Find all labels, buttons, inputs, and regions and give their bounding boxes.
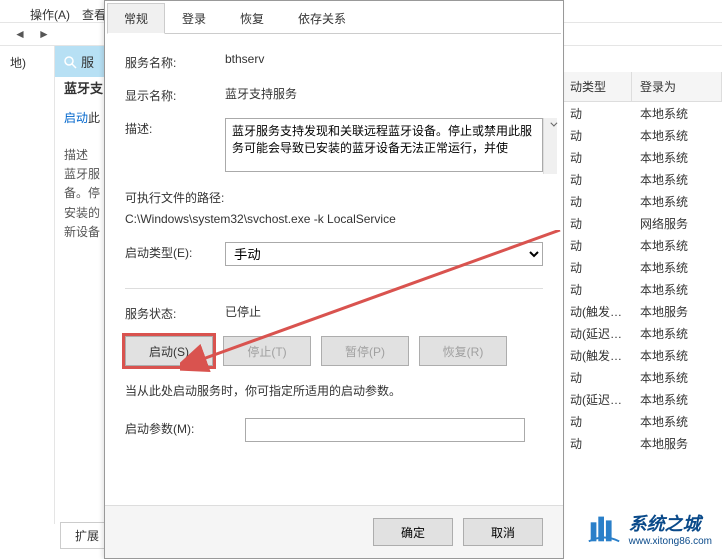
display-name-value: 蓝牙支持服务 (225, 85, 543, 102)
dialog-footer: 确定 取消 (105, 505, 563, 558)
start-link[interactable]: 启动 (64, 111, 88, 125)
fwd-icon[interactable]: ► (36, 26, 52, 42)
description-textarea[interactable] (225, 118, 543, 172)
dialog-tabs: 常规 登录 恢复 依存关系 (107, 3, 561, 34)
table-row[interactable]: 动本地系统 (562, 234, 722, 256)
table-header: 动类型 登录为 (562, 72, 722, 102)
pause-button: 暂停(P) (321, 336, 409, 366)
header-startup-type[interactable]: 动类型 (562, 72, 632, 101)
watermark-icon (585, 509, 623, 547)
service-name-label: 服务名称: (125, 52, 225, 71)
table-row[interactable]: 动(触发…本地系统 (562, 344, 722, 366)
search-icon (63, 55, 77, 69)
header-login-as[interactable]: 登录为 (632, 72, 722, 101)
table-row[interactable]: 动本地系统 (562, 190, 722, 212)
table-row[interactable]: 动本地系统 (562, 256, 722, 278)
display-name-label: 显示名称: (125, 85, 225, 104)
start-button[interactable]: 启动(S) (125, 336, 213, 366)
tree-item[interactable]: 地) (0, 46, 54, 79)
start-param-note: 当从此处启动服务时，你可指定所适用的启动参数。 (125, 382, 543, 400)
separator (125, 288, 543, 289)
table-row[interactable]: 动本地系统 (562, 102, 722, 124)
left-pane: 地) (0, 46, 55, 524)
search-label: 服 (81, 52, 94, 71)
watermark-title: 系统之城 (629, 510, 712, 536)
service-status-value: 已停止 (225, 303, 543, 320)
description-label: 描述: (125, 118, 225, 137)
ok-button[interactable]: 确定 (373, 518, 453, 546)
detail-title: 蓝牙支 (64, 78, 104, 97)
watermark: 系统之城 www.xitong86.com (585, 509, 712, 547)
exe-path-label: 可执行文件的路径: (125, 189, 543, 206)
scrollbar[interactable] (543, 118, 557, 174)
back-icon[interactable]: ◄ (12, 26, 28, 42)
table-row[interactable]: 动本地系统 (562, 124, 722, 146)
cancel-button[interactable]: 取消 (463, 518, 543, 546)
table-row[interactable]: 动本地系统 (562, 146, 722, 168)
service-status-label: 服务状态: (125, 303, 225, 322)
startup-type-select[interactable]: 手动 (225, 242, 543, 266)
table-row[interactable]: 动网络服务 (562, 212, 722, 234)
exe-path-value: C:\Windows\system32\svchost.exe -k Local… (125, 212, 543, 226)
stop-button: 停止(T) (223, 336, 311, 366)
service-properties-dialog: 常规 登录 恢复 依存关系 服务名称: bthserv 显示名称: 蓝牙支持服务… (104, 0, 564, 559)
table-row[interactable]: 动本地服务 (562, 432, 722, 454)
resume-button: 恢复(R) (419, 336, 507, 366)
table-row[interactable]: 动本地系统 (562, 366, 722, 388)
table-row[interactable]: 动本地系统 (562, 410, 722, 432)
service-control-buttons: 启动(S) 停止(T) 暂停(P) 恢复(R) (125, 336, 543, 366)
tab-logon[interactable]: 登录 (165, 3, 223, 34)
table-row[interactable]: 动(触发…本地服务 (562, 300, 722, 322)
tab-recovery[interactable]: 恢复 (223, 3, 281, 34)
table-row[interactable]: 动本地系统 (562, 168, 722, 190)
service-detail-panel: 蓝牙支 启动此 描述 蓝牙服 备。停 安装的 新设备 (64, 78, 104, 242)
start-param-input[interactable] (245, 418, 525, 442)
tab-dependencies[interactable]: 依存关系 (281, 3, 363, 34)
table-row[interactable]: 动本地系统 (562, 278, 722, 300)
services-table: 动类型 登录为 动本地系统动本地系统动本地系统动本地系统动本地系统动网络服务动本… (562, 72, 722, 454)
start-param-label: 启动参数(M): (125, 418, 245, 437)
table-row[interactable]: 动(延迟…本地系统 (562, 388, 722, 410)
search-header: 服 (55, 46, 105, 77)
table-row[interactable]: 动(延迟…本地系统 (562, 322, 722, 344)
desc-label: 描述 (64, 146, 104, 165)
service-name-value: bthserv (225, 52, 543, 66)
tab-general[interactable]: 常规 (107, 3, 165, 34)
startup-type-label: 启动类型(E): (125, 242, 225, 261)
watermark-url: www.xitong86.com (629, 536, 712, 547)
tab-content-general: 服务名称: bthserv 显示名称: 蓝牙支持服务 描述: 可执行文件的路径:… (105, 34, 563, 468)
